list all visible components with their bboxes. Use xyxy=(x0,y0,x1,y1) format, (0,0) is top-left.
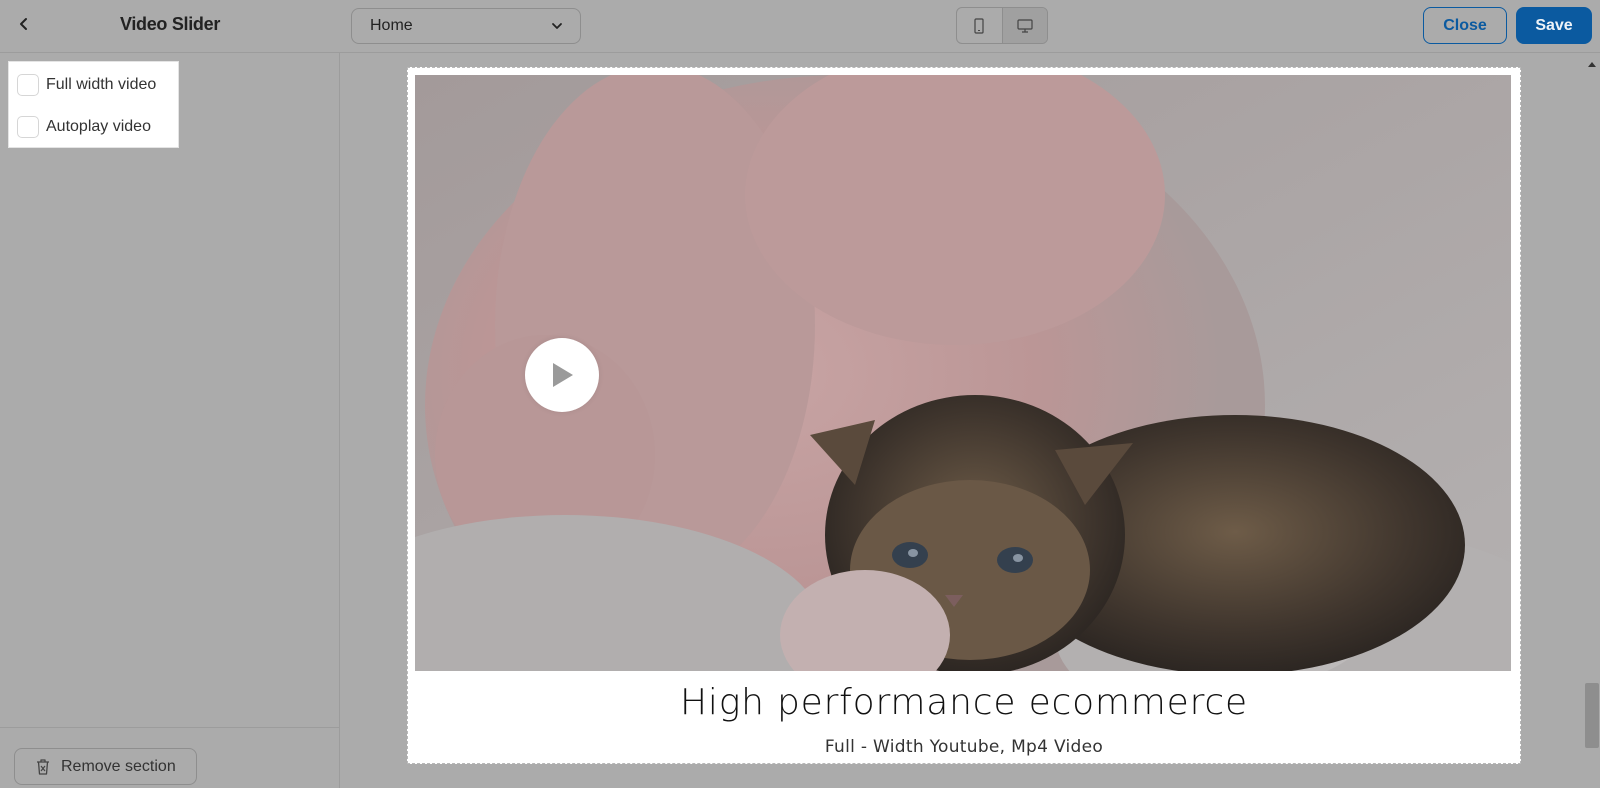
video-slider-section[interactable]: High performance ecommerce Full - Width … xyxy=(407,67,1521,764)
save-button[interactable]: Save xyxy=(1516,7,1592,44)
mobile-icon xyxy=(974,17,984,34)
full-width-video-checkbox[interactable] xyxy=(17,74,39,96)
chevron-left-icon xyxy=(20,18,27,30)
video-options: Full width video Autoplay video xyxy=(8,61,179,148)
device-toggle xyxy=(956,7,1048,44)
autoplay-video-option[interactable]: Autoplay video xyxy=(17,116,151,138)
desktop-icon xyxy=(1017,18,1033,33)
slide-subtitle: Full - Width Youtube, Mp4 Video xyxy=(824,737,1104,757)
page-select-value: Home xyxy=(370,17,413,34)
autoplay-video-label: Autoplay video xyxy=(46,118,151,135)
full-width-video-label: Full width video xyxy=(46,76,157,93)
mobile-view-button[interactable] xyxy=(957,8,1002,43)
settings-panel: Full width video Autoplay video Remove s… xyxy=(0,53,340,788)
back-button[interactable] xyxy=(12,12,36,36)
autoplay-video-checkbox[interactable] xyxy=(17,116,39,138)
preview-canvas: High performance ecommerce Full - Width … xyxy=(341,53,1584,788)
canvas-scrollbar[interactable] xyxy=(1584,53,1600,788)
slide-title: High performance ecommerce xyxy=(680,682,1248,723)
video-thumbnail[interactable] xyxy=(415,75,1511,671)
play-button[interactable] xyxy=(525,338,599,412)
remove-section-label: Remove section xyxy=(61,757,176,775)
chevron-down-icon xyxy=(552,23,562,29)
caret-up-icon xyxy=(1588,62,1596,67)
scroll-thumb[interactable] xyxy=(1585,683,1599,748)
scroll-up-button[interactable] xyxy=(1587,59,1597,69)
close-button[interactable]: Close xyxy=(1423,7,1507,44)
page-select[interactable]: Home xyxy=(351,8,581,44)
panel-footer: Remove section xyxy=(0,727,340,788)
top-bar: Video Slider Home Close Save xyxy=(0,0,1600,53)
trash-icon xyxy=(37,758,49,775)
remove-section-button[interactable]: Remove section xyxy=(14,748,197,785)
full-width-video-option[interactable]: Full width video xyxy=(17,74,156,96)
play-icon xyxy=(553,363,573,387)
desktop-view-button[interactable] xyxy=(1001,8,1047,43)
panel-title: Video Slider xyxy=(119,14,221,34)
